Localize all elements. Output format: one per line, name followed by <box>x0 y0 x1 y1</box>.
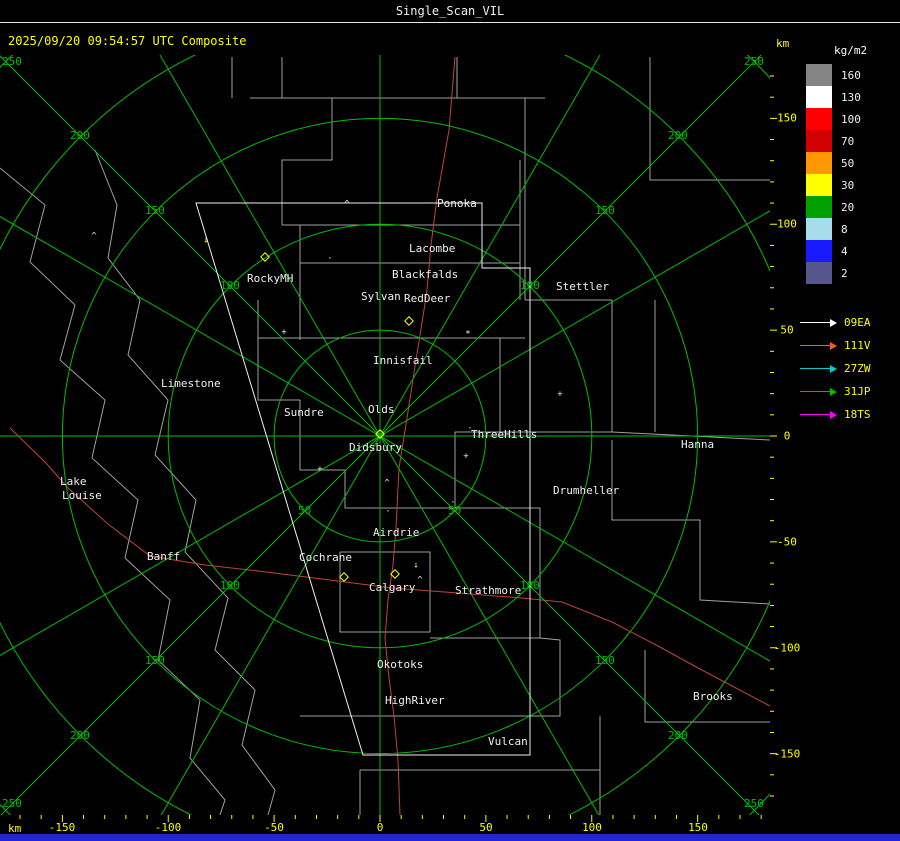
arrow-shaft <box>800 322 830 323</box>
arrow-head <box>830 364 837 373</box>
legend-color-swatch <box>806 262 832 284</box>
legend-level-row: 20 <box>806 196 867 218</box>
legend-color-swatch <box>806 108 832 130</box>
arrow-head <box>830 318 837 327</box>
legend-level-row: 50 <box>806 152 867 174</box>
arrow-shaft <box>800 414 830 415</box>
radar-arrow-icon <box>800 410 838 419</box>
radar-id-label: 18TS <box>844 408 871 421</box>
legend-color-swatch <box>806 240 832 262</box>
radar-arrow-icon <box>800 318 838 327</box>
radar-legend-row: 27ZW <box>800 362 871 375</box>
coverage-outline <box>195 202 531 756</box>
legend-levels: 160 130 100 70 50 30 20 8 4 2 <box>806 64 867 284</box>
legend-level-value: 4 <box>841 244 848 258</box>
legend-level-value: 8 <box>841 222 848 236</box>
legend-color-swatch <box>806 196 832 218</box>
legend-level-value: 160 <box>841 68 861 82</box>
legend-color-swatch <box>806 174 832 196</box>
legend-color-swatch <box>806 64 832 86</box>
radar-id-label: 27ZW <box>844 362 871 375</box>
legend-level-row: 100 <box>806 108 867 130</box>
radar-legend-row: 111V <box>800 339 871 352</box>
arrow-head <box>830 410 837 419</box>
legend-level-value: 100 <box>841 112 861 126</box>
legend-level-value: 30 <box>841 178 855 192</box>
arrow-shaft <box>800 368 830 369</box>
radar-legend-row: 09EA <box>800 316 871 329</box>
legend-level-row: 130 <box>806 86 867 108</box>
radar-id-label: 09EA <box>844 316 871 329</box>
radar-arrow-icon <box>800 364 838 373</box>
radar-legend-row: 31JP <box>800 385 871 398</box>
radar-legend-row: 18TS <box>800 408 871 421</box>
radar-site-legend: 09EA 111V 27ZW 31JP 18TS <box>800 316 871 421</box>
vil-color-legend: kg/m2 160 130 100 70 50 30 20 8 4 2 <box>806 44 867 284</box>
radar-arrow-icon <box>800 387 838 396</box>
horizontal-scrollbar[interactable] <box>0 834 900 841</box>
map-canvas[interactable] <box>0 0 900 841</box>
radar-id-label: 111V <box>844 339 871 352</box>
arrow-shaft <box>800 345 830 346</box>
legend-level-value: 130 <box>841 90 861 104</box>
legend-level-value: 2 <box>841 266 848 280</box>
legend-level-row: 4 <box>806 240 867 262</box>
legend-color-swatch <box>806 218 832 240</box>
legend-level-value: 20 <box>841 200 855 214</box>
legend-unit-label: kg/m2 <box>834 44 868 57</box>
radar-arrow-icon <box>800 341 838 350</box>
legend-color-swatch <box>806 152 832 174</box>
axis-ticks <box>19 75 777 822</box>
legend-color-swatch <box>806 130 832 152</box>
legend-level-row: 70 <box>806 130 867 152</box>
range-rings <box>0 55 770 815</box>
arrow-shaft <box>800 391 830 392</box>
arrow-head <box>830 341 837 350</box>
legend-level-value: 50 <box>841 156 855 170</box>
legend-level-value: 70 <box>841 134 855 148</box>
legend-level-row: 160 <box>806 64 867 86</box>
legend-level-row: 30 <box>806 174 867 196</box>
arrow-head <box>830 387 837 396</box>
legend-level-row: 2 <box>806 262 867 284</box>
radar-id-label: 31JP <box>844 385 871 398</box>
radar-app-window: Single_Scan_VIL 2025/09/20 09:54:57 UTC … <box>0 0 900 841</box>
legend-level-row: 8 <box>806 218 867 240</box>
legend-color-swatch <box>806 86 832 108</box>
